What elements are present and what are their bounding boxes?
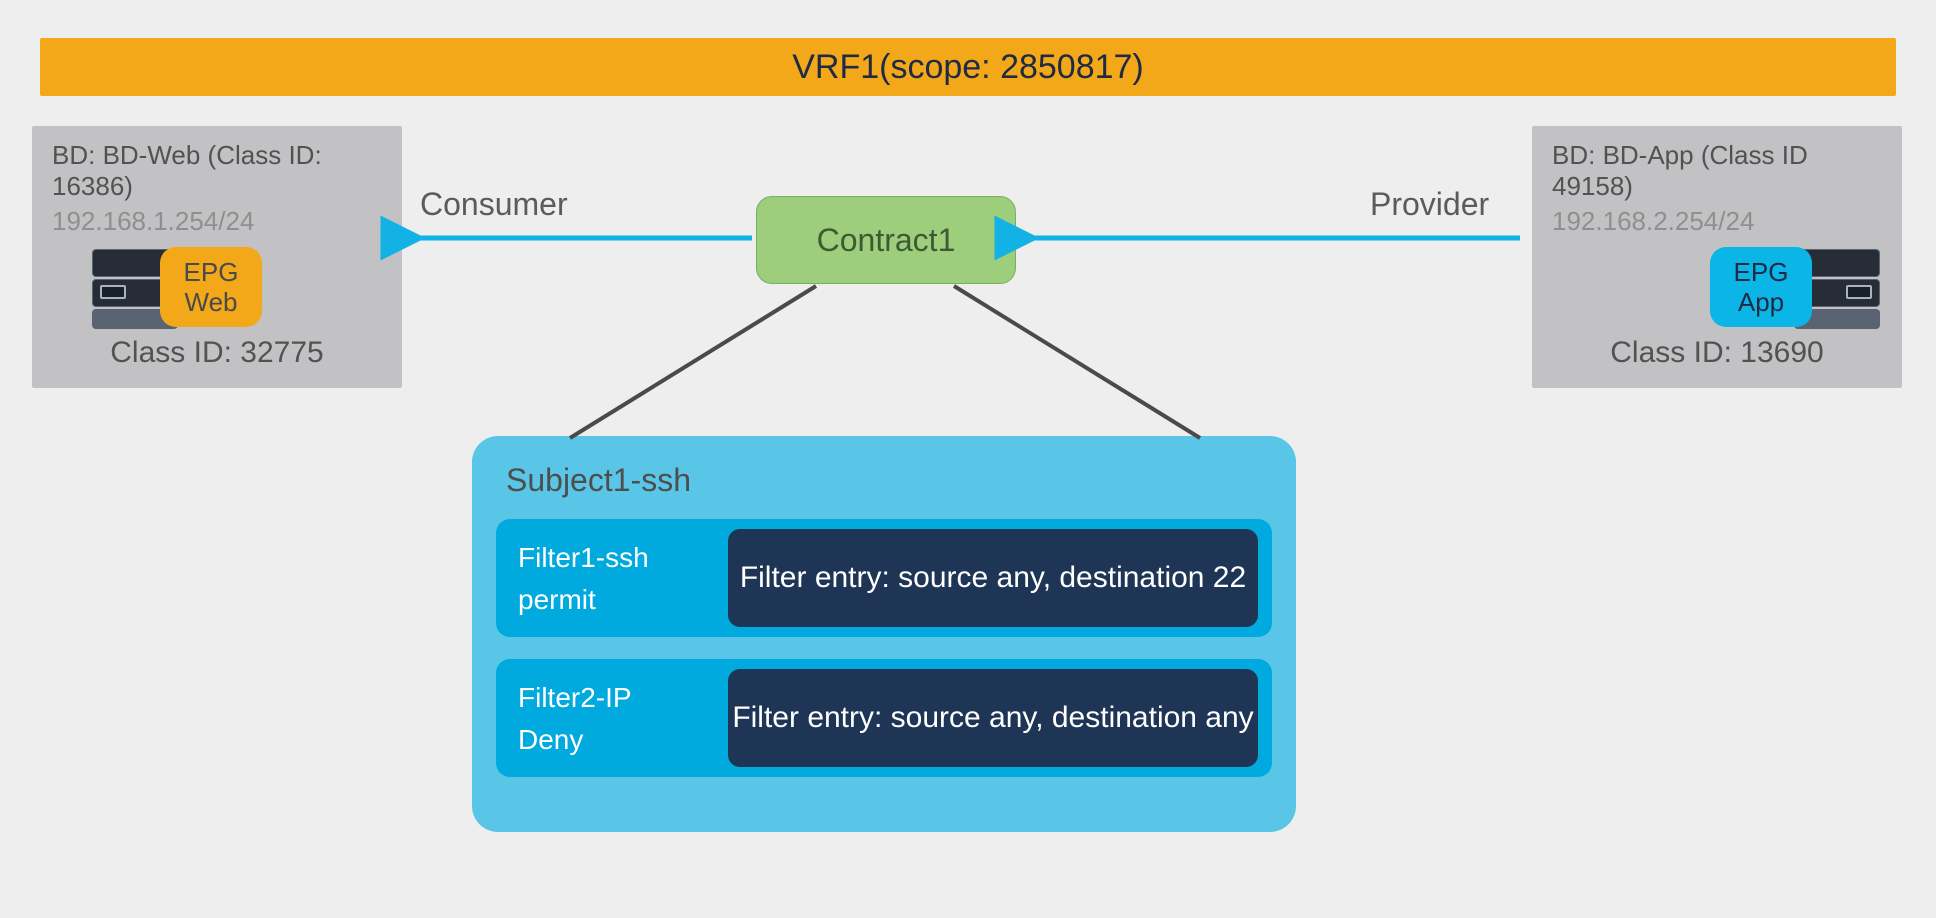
filter1-left: Filter1-ssh permit <box>496 519 728 637</box>
bd-web-ip: 192.168.1.254/24 <box>52 206 382 237</box>
bd-app-header: BD: BD-App (Class ID 49158) <box>1552 140 1882 202</box>
contract-label: Contract1 <box>817 222 956 259</box>
vrf-label: VRF1(scope: 2850817) <box>792 48 1144 87</box>
provider-label: Provider <box>1370 186 1489 223</box>
epg-web-badge: EPG Web <box>160 247 262 327</box>
filter-row: Filter1-ssh permit Filter entry: source … <box>496 519 1272 637</box>
bd-app-box: BD: BD-App (Class ID 49158) 192.168.2.25… <box>1532 126 1902 388</box>
subject-panel: Subject1-ssh Filter1-ssh permit Filter e… <box>472 436 1296 832</box>
vrf-banner: VRF1(scope: 2850817) <box>40 38 1896 96</box>
diagram-canvas: VRF1(scope: 2850817) BD: BD-Web (Class I… <box>0 0 1936 918</box>
epg-web-line2: Web <box>185 287 238 317</box>
epg-app-line2: App <box>1738 287 1784 317</box>
filter2-left: Filter2-IP Deny <box>496 659 728 777</box>
subject-title: Subject1-ssh <box>506 462 1272 499</box>
filter2-action: Deny <box>518 724 583 755</box>
filter1-entry: Filter entry: source any, destination 22 <box>728 529 1258 627</box>
epg-app-line1: EPG <box>1734 257 1789 287</box>
consumer-label: Consumer <box>420 186 568 223</box>
filter1-action: permit <box>518 584 596 615</box>
contract-node: Contract1 <box>756 196 1016 284</box>
bd-web-header: BD: BD-Web (Class ID: 16386) <box>52 140 382 202</box>
bd-web-classid: Class ID: 32775 <box>32 336 402 370</box>
bd-web-server-wrap: EPG Web <box>52 247 382 345</box>
bd-web-box: BD: BD-Web (Class ID: 16386) 192.168.1.2… <box>32 126 402 388</box>
filter2-entry: Filter entry: source any, destination an… <box>728 669 1258 767</box>
filter-row: Filter2-IP Deny Filter entry: source any… <box>496 659 1272 777</box>
epg-web-line1: EPG <box>184 257 239 287</box>
bd-app-classid: Class ID: 13690 <box>1532 336 1902 370</box>
filter1-name: Filter1-ssh <box>518 542 649 573</box>
bd-app-server-wrap: EPG App <box>1552 247 1882 345</box>
epg-app-badge: EPG App <box>1710 247 1812 327</box>
filter2-name: Filter2-IP <box>518 682 632 713</box>
bd-app-ip: 192.168.2.254/24 <box>1552 206 1882 237</box>
